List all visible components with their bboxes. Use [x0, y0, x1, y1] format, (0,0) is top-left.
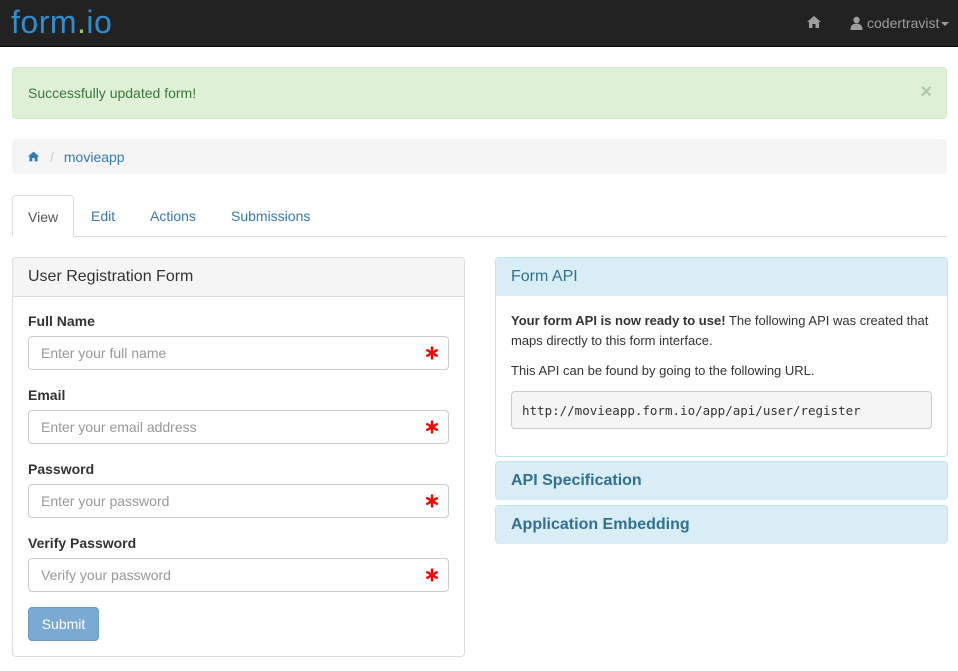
home-icon[interactable] — [806, 14, 822, 30]
required-asterisk-icon — [426, 346, 439, 360]
user-menu[interactable]: codertravist — [850, 13, 950, 33]
email-label: Email — [28, 387, 66, 403]
tab-submissions[interactable]: Submissions — [216, 195, 325, 237]
brand-logo[interactable]: form.io — [11, 3, 112, 41]
password-input[interactable]: Enter your password — [28, 484, 449, 518]
required-asterisk-icon — [426, 494, 439, 508]
api-specification-title[interactable]: API Specification — [496, 462, 947, 500]
form-api-body: Your form API is now ready to use! The f… — [496, 296, 947, 444]
application-embedding-panel[interactable]: Application Embedding — [495, 505, 948, 544]
api-specification-panel[interactable]: API Specification — [495, 461, 948, 500]
form-api-intro: Your form API is now ready to use! The f… — [511, 311, 932, 351]
caret-down-icon — [941, 22, 950, 26]
api-url-code[interactable]: http://movieapp.form.io/app/api/user/reg… — [511, 391, 932, 429]
navbar: form.io codertravist — [0, 0, 958, 47]
application-embedding-title[interactable]: Application Embedding — [496, 506, 947, 544]
form-api-panel: Form API Your form API is now ready to u… — [495, 257, 948, 457]
form-api-title[interactable]: Form API — [496, 258, 947, 296]
form-api-intro-bold: Your form API is now ready to use! — [511, 313, 726, 328]
email-placeholder: Enter your email address — [41, 419, 197, 435]
username: codertravist — [867, 15, 940, 31]
verify-password-label: Verify Password — [28, 535, 137, 551]
tab-edit[interactable]: Edit — [76, 195, 130, 237]
submit-button[interactable]: Submit — [28, 607, 99, 641]
tab-bar: View Edit Actions Submissions — [12, 195, 947, 237]
breadcrumb: / movieapp — [12, 139, 947, 174]
breadcrumb-separator: / — [50, 148, 54, 165]
form-api-url-note: This API can be found by going to the fo… — [511, 363, 815, 378]
email-input[interactable]: Enter your email address — [28, 410, 449, 444]
breadcrumb-item-movieapp[interactable]: movieapp — [64, 149, 125, 165]
close-icon[interactable]: × — [920, 82, 932, 102]
password-label: Password — [28, 461, 95, 477]
success-alert: Successfully updated form! × — [12, 67, 947, 119]
form-title: User Registration Form — [13, 258, 464, 297]
required-asterisk-icon — [426, 420, 439, 434]
home-icon[interactable] — [27, 150, 40, 163]
full-name-label: Full Name — [28, 313, 95, 329]
verify-password-input[interactable]: Verify your password — [28, 558, 449, 592]
tab-view[interactable]: View — [12, 195, 74, 237]
user-icon — [850, 16, 863, 30]
full-name-input[interactable]: Enter your full name — [28, 336, 449, 370]
required-asterisk-icon — [426, 568, 439, 582]
verify-password-placeholder: Verify your password — [41, 567, 171, 583]
full-name-placeholder: Enter your full name — [41, 345, 167, 361]
tab-actions[interactable]: Actions — [135, 195, 211, 237]
registration-form-panel: User Registration Form Full Name Enter y… — [12, 257, 465, 657]
password-placeholder: Enter your password — [41, 493, 170, 509]
alert-message: Successfully updated form! — [28, 85, 197, 101]
